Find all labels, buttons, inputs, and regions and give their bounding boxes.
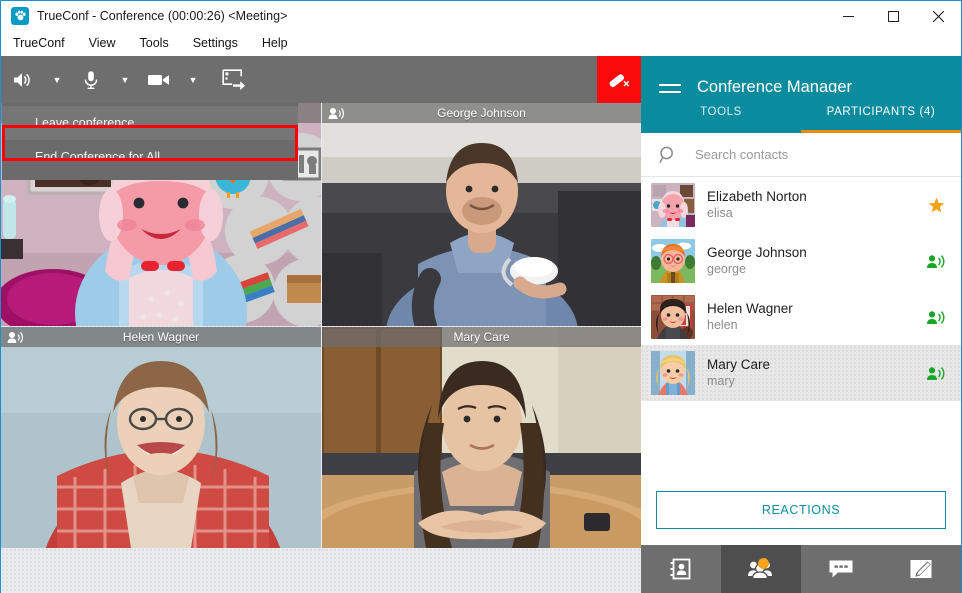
video-tile-mary-care[interactable]: Mary Care [322, 327, 641, 548]
trueconf-window: TrueConf - Conference (00:00:26) <Meetin… [0, 0, 962, 593]
video-tile-namebar: Helen Wagner [1, 327, 321, 347]
chat-icon[interactable] [801, 545, 881, 593]
close-button[interactable] [916, 1, 961, 31]
hangup-icon[interactable] [597, 56, 641, 103]
participants-list: Elizabeth Norton elisa George Johnson ge… [641, 177, 961, 477]
participant-info: Elizabeth Norton elisa [695, 188, 923, 222]
search-bar [641, 133, 961, 177]
speaker-dropdown-caret[interactable]: ▼ [45, 56, 69, 103]
minimize-button[interactable] [826, 1, 871, 31]
participants-badge [758, 558, 769, 569]
maximize-button[interactable] [871, 1, 916, 31]
trueconf-logo-icon [11, 7, 29, 25]
participant-name: Helen Wagner [707, 301, 793, 316]
menu-view[interactable]: View [77, 33, 128, 53]
participant-row-elizabeth-norton[interactable]: Elizabeth Norton elisa [641, 177, 961, 233]
camera-icon[interactable] [137, 56, 181, 103]
title-bar: TrueConf - Conference (00:00:26) <Meetin… [1, 1, 961, 56]
participant-name: Elizabeth Norton [707, 189, 807, 204]
participant-name: Mary Care [707, 357, 771, 372]
video-tile-name: Mary Care [453, 330, 510, 344]
participants-icon[interactable] [721, 545, 801, 593]
reactions-area: REACTIONS [641, 475, 961, 545]
video-tile-helen-wagner[interactable]: Helen Wagner [1, 327, 321, 548]
whiteboard-icon[interactable] [881, 545, 961, 593]
search-input[interactable] [695, 147, 961, 162]
participant-row-helen-wagner[interactable]: Helen Wagner helen [641, 289, 961, 345]
podium-speaker-icon[interactable] [923, 366, 949, 381]
menu-item-leave-conference[interactable]: Leave conference [2, 106, 298, 140]
podium-speaker-icon[interactable] [923, 310, 949, 325]
camera-dropdown-caret[interactable]: ▼ [181, 56, 205, 103]
search-icon [641, 146, 695, 164]
video-area: ▼ ▼ ▼ George Johnson Helen Wagner Mary C… [1, 56, 641, 593]
speaking-indicator-icon [1, 331, 29, 344]
speaking-indicator-icon [322, 107, 350, 120]
menu-settings[interactable]: Settings [181, 33, 250, 53]
participant-login: george [707, 262, 746, 276]
video-tile-name: George Johnson [437, 106, 526, 120]
address-book-icon[interactable] [641, 545, 721, 593]
microphone-icon[interactable] [69, 56, 113, 103]
participant-info: Mary Care mary [695, 356, 923, 390]
avatar-helen-wagner [651, 295, 695, 339]
video-tile-name: Helen Wagner [122, 330, 200, 344]
video-feed-helen-wagner [1, 327, 321, 548]
participant-info: George Johnson george [695, 244, 923, 278]
speaker-icon[interactable] [1, 56, 45, 103]
video-tile-george-johnson[interactable]: George Johnson [322, 103, 641, 326]
tab-tools[interactable]: TOOLS [641, 93, 801, 133]
video-feed-mary-care [322, 327, 641, 548]
avatar-george-johnson [651, 239, 695, 283]
screen-share-icon[interactable] [211, 56, 257, 103]
participant-login: helen [707, 318, 738, 332]
participant-row-mary-care[interactable]: Mary Care mary [641, 345, 961, 401]
window-title: TrueConf - Conference (00:00:26) <Meetin… [37, 9, 288, 23]
participant-row-george-johnson[interactable]: George Johnson george [641, 233, 961, 289]
panel-tabs: TOOLS PARTICIPANTS (4) [641, 93, 961, 133]
star-icon[interactable] [923, 197, 949, 214]
menu-tools[interactable]: Tools [128, 33, 181, 53]
participant-login: mary [707, 374, 735, 388]
avatar-elizabeth-norton [651, 183, 695, 227]
video-feed-george-johnson [322, 103, 641, 326]
title-bar-left: TrueConf - Conference (00:00:26) <Meetin… [11, 7, 287, 25]
reactions-button[interactable]: REACTIONS [656, 491, 946, 529]
podium-speaker-icon[interactable] [923, 254, 949, 269]
menu-item-end-conference-for-all[interactable]: End Conference for All [2, 140, 298, 174]
avatar-mary-care [651, 351, 695, 395]
tab-participants[interactable]: PARTICIPANTS (4) [801, 93, 961, 133]
participant-login: elisa [707, 206, 733, 220]
menu-bar: TrueConf View Tools Settings Help [9, 33, 300, 53]
panel-bottom-nav [641, 545, 961, 593]
video-tile-namebar: Mary Care [322, 327, 641, 347]
panel-header: Conference Manager TOOLS PARTICIPANTS (4… [641, 56, 961, 133]
participant-name: George Johnson [707, 245, 807, 260]
menu-help[interactable]: Help [250, 33, 300, 53]
window-controls [826, 1, 961, 31]
conference-manager-panel: Conference Manager TOOLS PARTICIPANTS (4… [641, 56, 961, 593]
menu-trueconf[interactable]: TrueConf [9, 33, 77, 53]
video-tile-namebar: George Johnson [322, 103, 641, 123]
microphone-dropdown-caret[interactable]: ▼ [113, 56, 137, 103]
conference-toolbar: ▼ ▼ ▼ [1, 56, 641, 103]
hangup-dropdown-menu: Leave conference End Conference for All [2, 103, 298, 180]
participant-info: Helen Wagner helen [695, 300, 923, 334]
